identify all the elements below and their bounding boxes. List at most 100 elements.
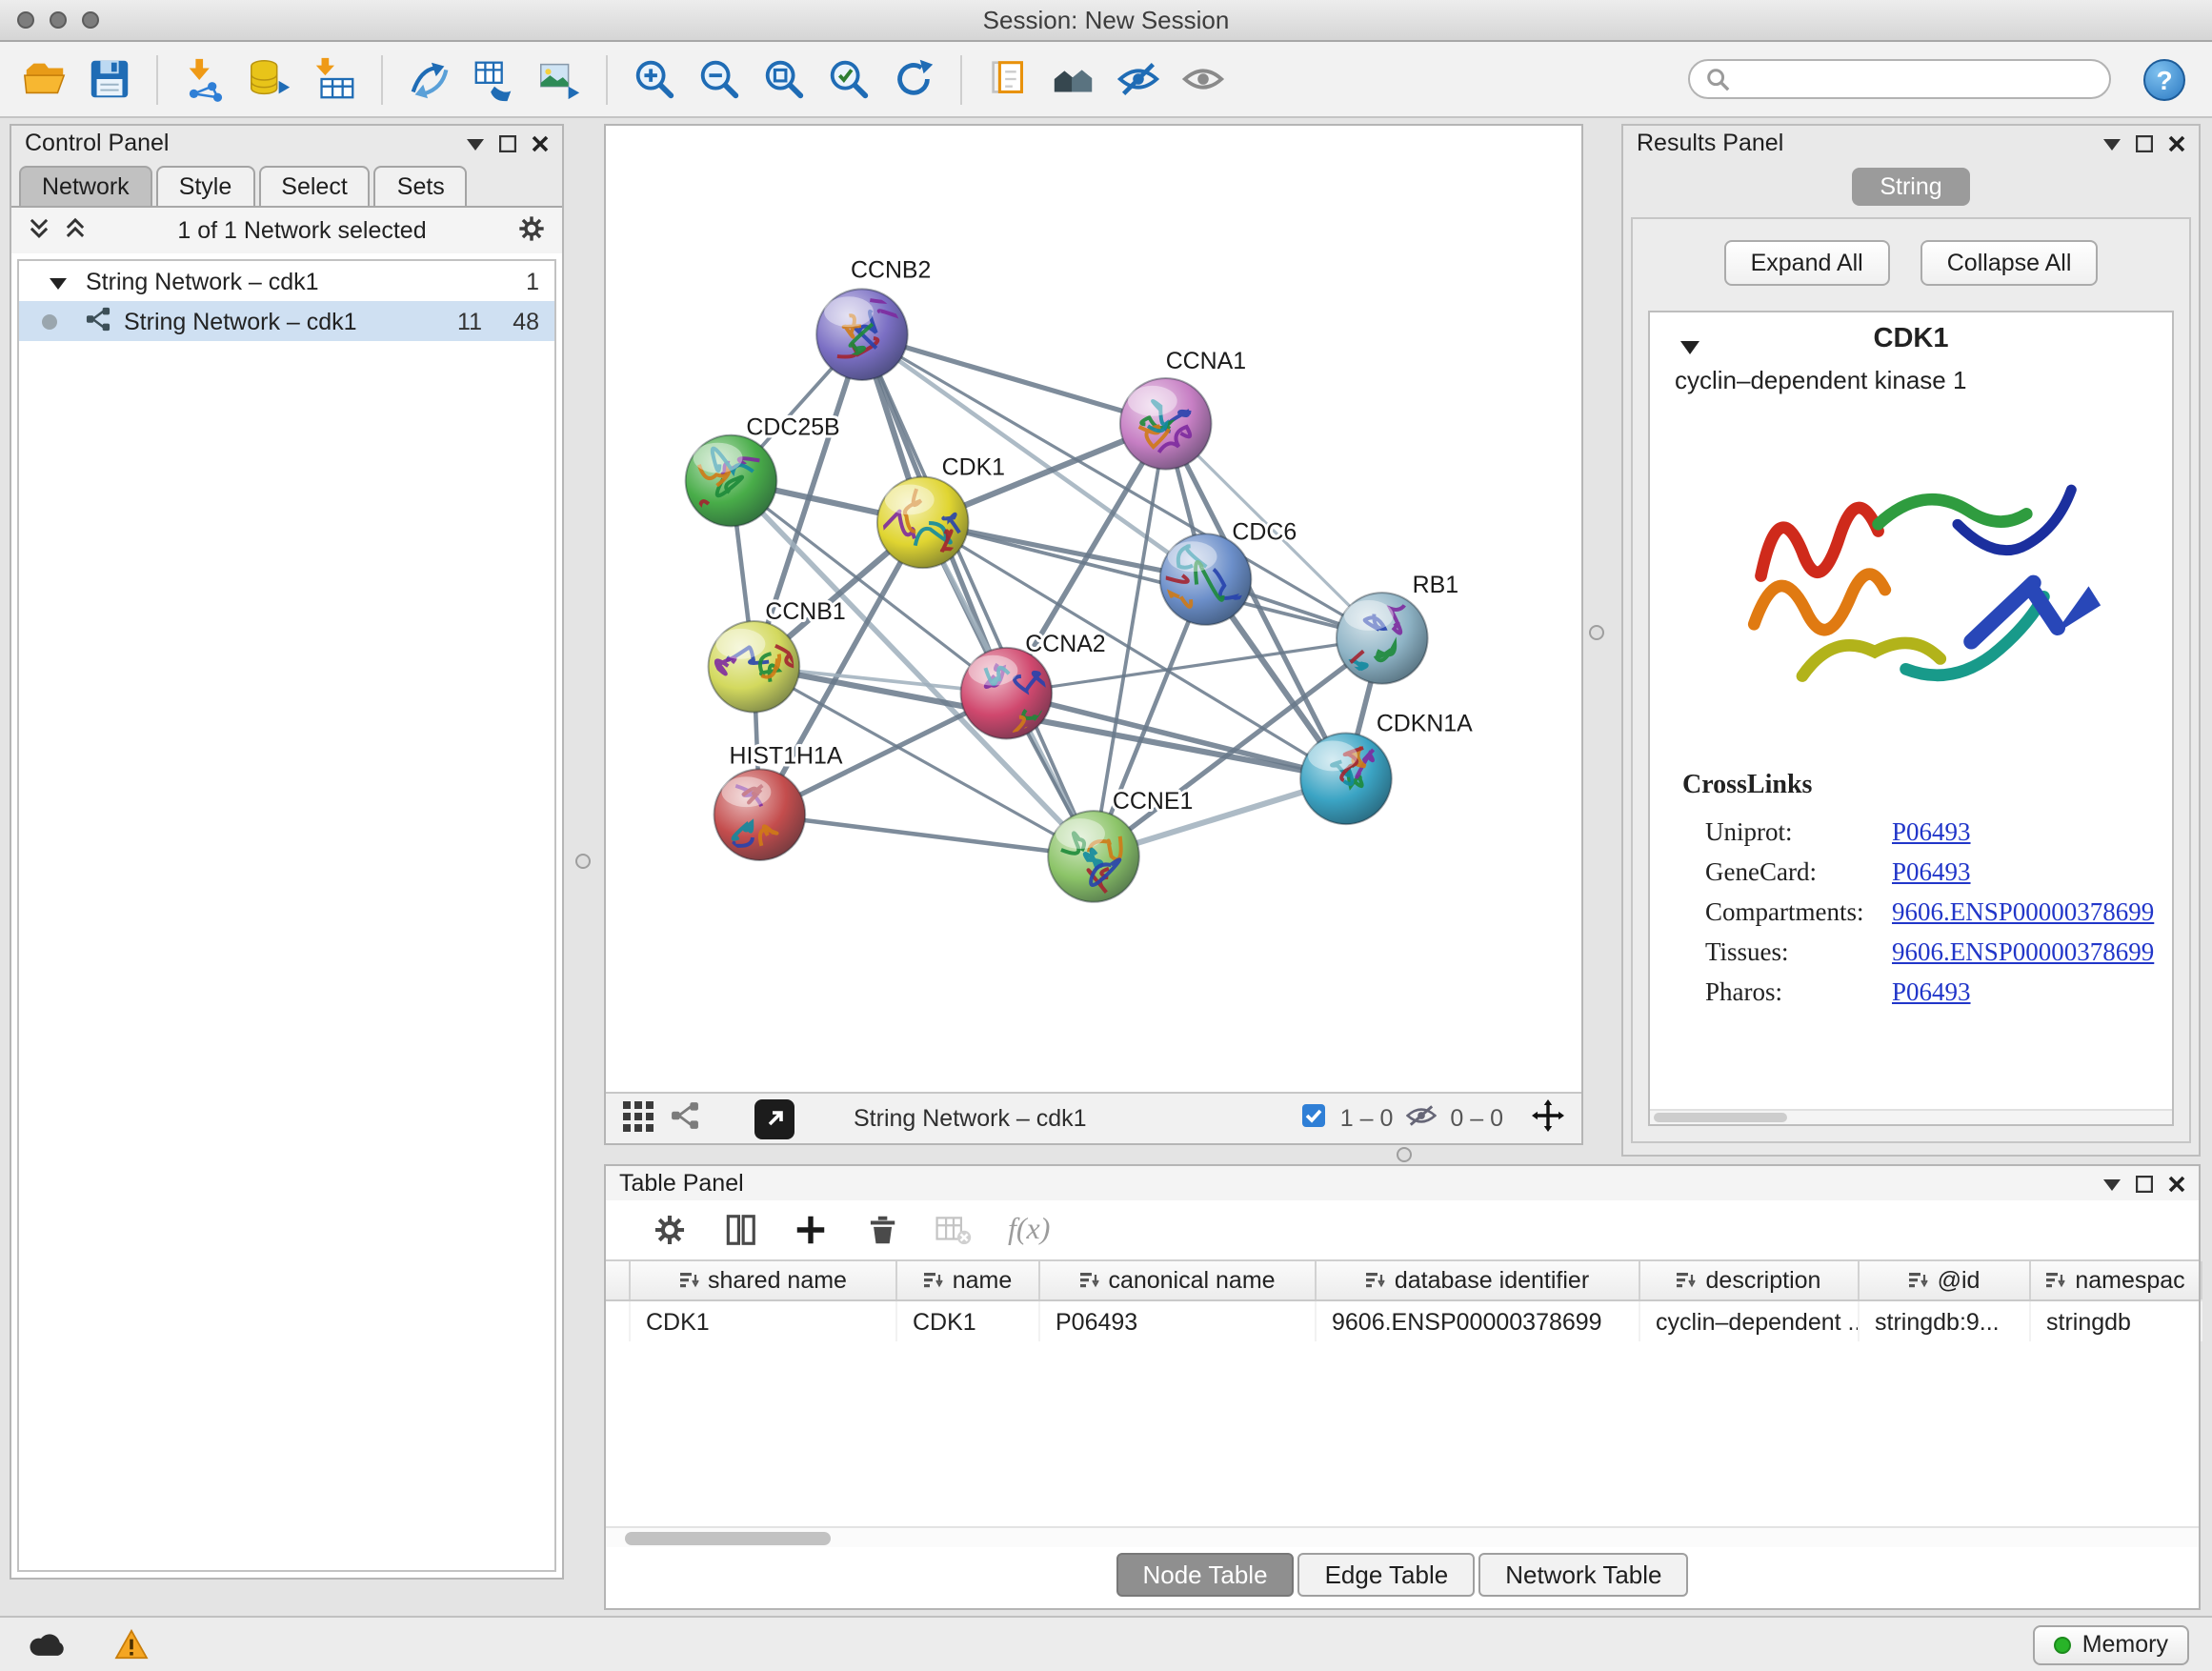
show-home-panels-button[interactable]	[1048, 53, 1099, 105]
tab-edge-table[interactable]: Edge Table	[1298, 1553, 1476, 1597]
table-row[interactable]: CDK1 CDK1 P06493 9606.ENSP00000378699 cy…	[606, 1301, 2199, 1341]
new-network-from-table-button[interactable]	[469, 53, 520, 105]
detach-view-button[interactable]	[754, 1098, 794, 1138]
network-node-CDK1[interactable]	[877, 477, 969, 569]
network-row[interactable]: String Network – cdk1 11 48	[19, 301, 554, 341]
splitter-handle[interactable]	[1589, 625, 1604, 640]
node-label: CCNA1	[1166, 348, 1246, 374]
network-edge[interactable]	[759, 815, 1094, 856]
import-network-from-database-button[interactable]	[244, 53, 295, 105]
panel-close-icon[interactable]	[2168, 1175, 2185, 1192]
options-gear-icon[interactable]	[516, 212, 547, 249]
scrollbar-thumb[interactable]	[625, 1532, 831, 1545]
card-scrollbar[interactable]	[1650, 1109, 2172, 1124]
crosslink-label: GeneCard:	[1705, 856, 1892, 887]
network-edge[interactable]	[862, 334, 1166, 424]
column-header[interactable]: @id	[1860, 1261, 2031, 1299]
network-node-CDC25B[interactable]	[680, 435, 776, 546]
network-node-CCNE1[interactable]	[1048, 811, 1139, 902]
crosslink-link[interactable]: P06493	[1892, 856, 1971, 887]
crosslink-link[interactable]: 9606.ENSP00000378699	[1892, 896, 2154, 927]
zoom-in-button[interactable]	[629, 53, 680, 105]
hidden-eye-slash-icon[interactable]	[1406, 1103, 1437, 1134]
memory-button[interactable]: Memory	[2033, 1624, 2189, 1664]
tab-sets[interactable]: Sets	[374, 166, 468, 206]
network-node-CCNA2[interactable]	[961, 648, 1053, 741]
expand-all-icon[interactable]	[63, 215, 88, 246]
column-header[interactable]: name	[897, 1261, 1040, 1299]
panel-menu-icon[interactable]	[2103, 136, 2121, 150]
network-node-HIST1H1A[interactable]	[714, 769, 806, 864]
collapse-all-button[interactable]: Collapse All	[1920, 240, 2099, 286]
hide-selected-button[interactable]	[1113, 53, 1164, 105]
column-header[interactable]: description	[1640, 1261, 1860, 1299]
network-share-icon[interactable]	[671, 1101, 699, 1136]
network-node-CCNB2[interactable]	[816, 289, 908, 380]
tree-expand-icon[interactable]	[50, 268, 67, 294]
table-horizontal-scrollbar[interactable]	[606, 1526, 2199, 1547]
delete-column-button[interactable]	[863, 1212, 899, 1248]
splitter-handle[interactable]	[1397, 1147, 1412, 1162]
zoom-out-button[interactable]	[694, 53, 745, 105]
sort-icon	[1079, 1271, 1098, 1290]
selected-checkbox-icon[interactable]	[1302, 1103, 1327, 1134]
network-edge[interactable]	[862, 334, 1094, 856]
refresh-button[interactable]	[888, 53, 939, 105]
tab-network-table[interactable]: Network Table	[1478, 1553, 1688, 1597]
network-collection-row[interactable]: String Network – cdk1 1	[19, 261, 554, 301]
network-node-RB1[interactable]	[1337, 589, 1428, 695]
save-session-button[interactable]	[84, 53, 135, 105]
column-header[interactable]: shared name	[631, 1261, 897, 1299]
collapse-all-icon[interactable]	[27, 215, 51, 246]
string-results-tab[interactable]: String	[1851, 168, 1970, 206]
warning-status-button[interactable]	[107, 1623, 156, 1665]
function-builder-button[interactable]: f(x)	[1008, 1213, 1050, 1247]
panel-menu-icon[interactable]	[2103, 1177, 2121, 1190]
expand-all-button[interactable]: Expand All	[1724, 240, 1890, 286]
tab-network[interactable]: Network	[19, 166, 152, 206]
network-node-CCNA1[interactable]	[1120, 378, 1212, 470]
network-node-CDKN1A[interactable]	[1300, 733, 1392, 824]
open-session-button[interactable]	[19, 53, 70, 105]
cell-description: cyclin–dependent ...	[1640, 1301, 1860, 1341]
help-button[interactable]: ?	[2143, 58, 2185, 100]
show-columns-button[interactable]	[722, 1212, 758, 1248]
new-network-button[interactable]	[404, 53, 455, 105]
import-network-from-file-button[interactable]	[179, 53, 231, 105]
window-minimize-button[interactable]	[50, 11, 67, 29]
panel-close-icon[interactable]	[2168, 134, 2185, 151]
collapse-card-icon[interactable]	[1680, 332, 1699, 362]
open-session-file-button[interactable]	[983, 53, 1035, 105]
search-input[interactable]	[1739, 64, 2094, 94]
column-header[interactable]: canonical name	[1040, 1261, 1317, 1299]
column-header[interactable]: namespac	[2031, 1261, 2202, 1299]
table-settings-button[interactable]	[652, 1212, 688, 1248]
panel-float-icon[interactable]	[499, 134, 516, 151]
column-header[interactable]: database identifier	[1317, 1261, 1640, 1299]
panel-float-icon[interactable]	[2136, 134, 2153, 151]
crosslink-link[interactable]: P06493	[1892, 976, 1971, 1007]
panel-menu-icon[interactable]	[467, 136, 484, 150]
birds-eye-view-icon[interactable]	[623, 1100, 654, 1137]
import-table-from-file-button[interactable]	[309, 53, 360, 105]
add-column-button[interactable]	[793, 1212, 829, 1248]
tab-node-table[interactable]: Node Table	[1116, 1553, 1294, 1597]
show-all-button[interactable]	[1177, 53, 1229, 105]
move-crosshair-icon[interactable]	[1532, 1099, 1564, 1137]
cloud-status-button[interactable]	[23, 1623, 72, 1665]
network-canvas[interactable]: CCNB2CCNA1CDC25BCDK1CDC6RB1CCNB1CCNA2CDK…	[606, 126, 1581, 1092]
crosslink-link[interactable]: 9606.ENSP00000378699	[1892, 936, 2154, 967]
crosslink-link[interactable]: P06493	[1892, 816, 1971, 847]
zoom-selected-button[interactable]	[823, 53, 875, 105]
tab-style[interactable]: Style	[156, 166, 255, 206]
new-network-icon	[406, 55, 453, 103]
window-close-button[interactable]	[17, 11, 34, 29]
panel-close-icon[interactable]	[532, 134, 549, 151]
export-image-button[interactable]	[533, 53, 585, 105]
splitter-handle[interactable]	[575, 854, 591, 869]
search-box[interactable]	[1688, 59, 2111, 99]
panel-float-icon[interactable]	[2136, 1175, 2153, 1192]
window-zoom-button[interactable]	[82, 11, 99, 29]
tab-select[interactable]: Select	[258, 166, 371, 206]
zoom-fit-button[interactable]	[758, 53, 810, 105]
